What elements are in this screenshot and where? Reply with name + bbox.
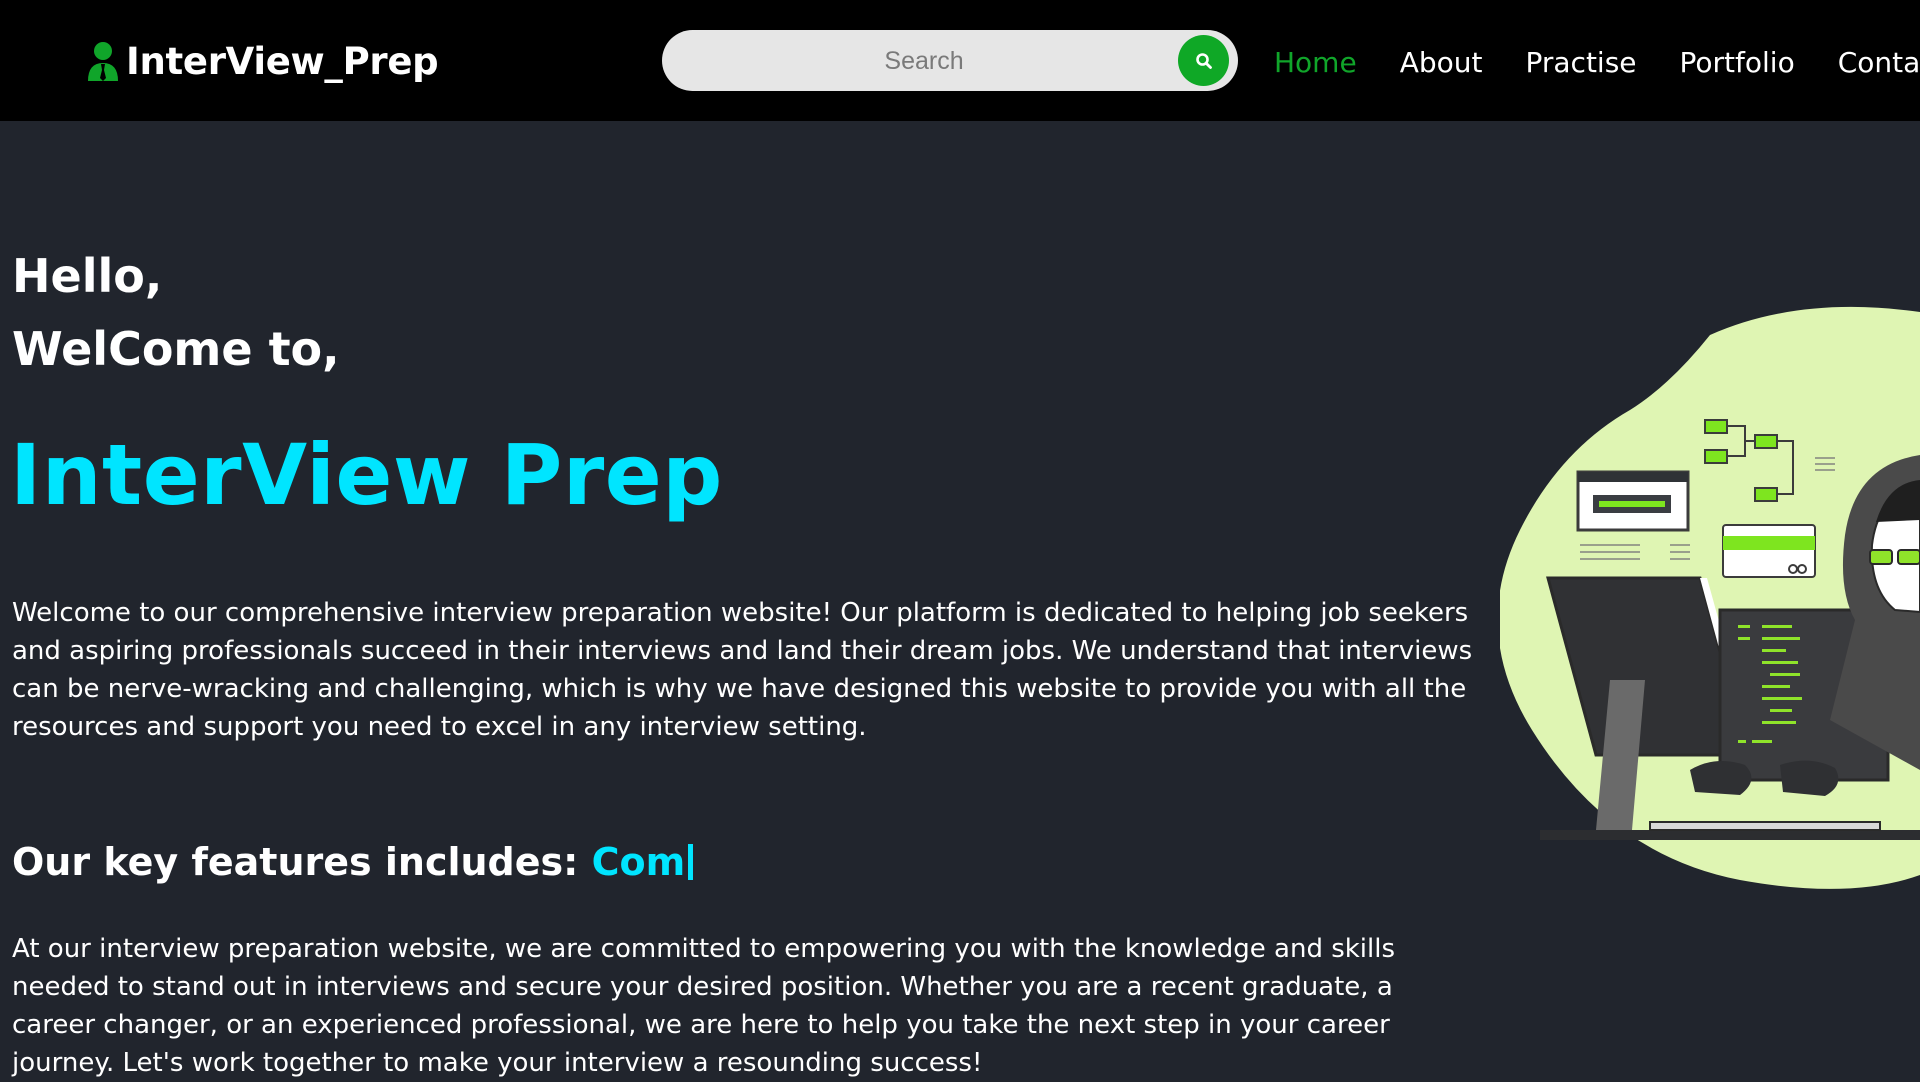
typed-feature-text: Com — [591, 840, 686, 884]
navbar: InterView_Prep Home About Practise Portf… — [0, 0, 1920, 121]
nav-home[interactable]: Home — [1274, 46, 1357, 79]
nav-about[interactable]: About — [1400, 46, 1483, 79]
developer-illustration — [1500, 306, 1920, 889]
brand-name: InterView_Prep — [126, 39, 439, 83]
features-heading-label: Our key features includes: — [12, 840, 592, 884]
search-input[interactable] — [692, 30, 1156, 93]
search-button[interactable] — [1178, 35, 1229, 86]
greeting-hello: Hello, — [12, 249, 163, 303]
hero-greeting: Hello, WelCome to, — [12, 240, 340, 386]
features-heading: Our key features includes: Com — [12, 832, 694, 892]
nav-contact[interactable]: Contact — [1838, 46, 1920, 79]
brand-logo[interactable]: InterView_Prep — [86, 34, 439, 88]
hero-description: Welcome to our comprehensive interview p… — [12, 598, 1473, 742]
user-tie-icon — [88, 42, 118, 81]
greeting-welcome: WelCome to, — [12, 322, 340, 376]
closing-description: At our interview preparation website, we… — [12, 934, 1396, 1078]
nav-portfolio[interactable]: Portfolio — [1680, 46, 1795, 79]
search-box — [662, 30, 1238, 93]
nav-practise[interactable]: Practise — [1525, 46, 1636, 79]
search-icon — [1195, 52, 1212, 69]
main-nav: Home About Practise Portfolio Contact — [1274, 37, 1920, 87]
typing-cursor — [688, 844, 694, 880]
hero-title: InterView Prep — [10, 426, 723, 524]
